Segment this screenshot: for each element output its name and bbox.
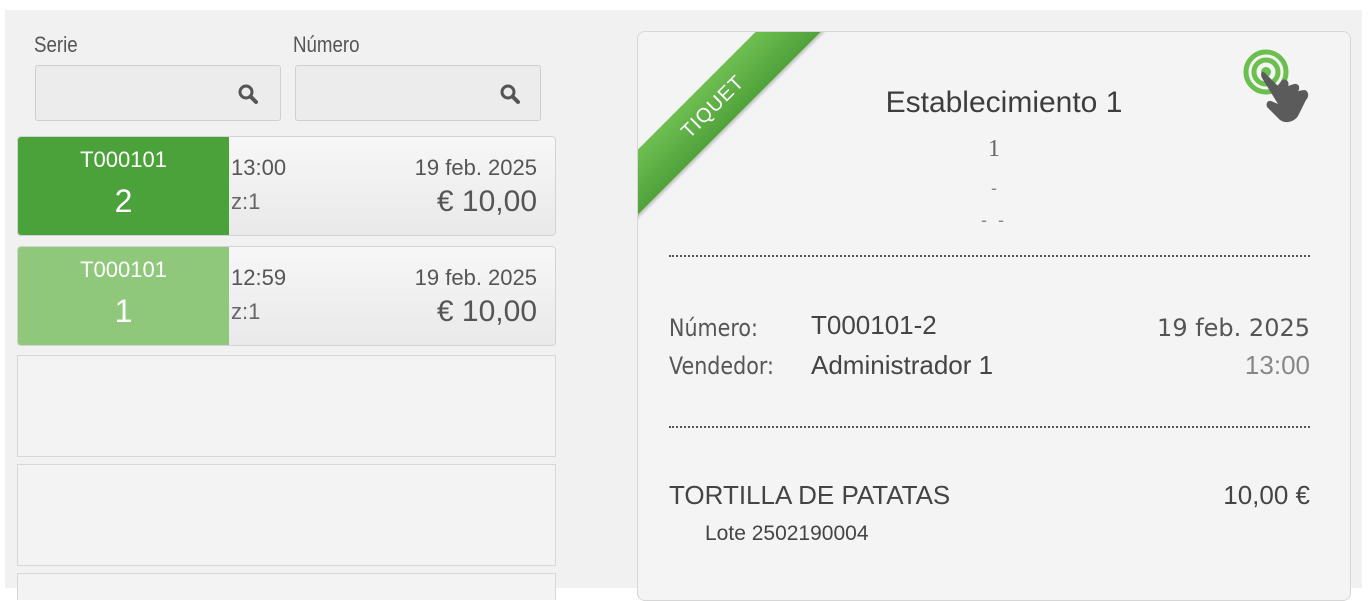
establishment-line-3: - -	[981, 210, 1007, 230]
empty-ticket-slot	[17, 573, 556, 600]
establishment-name: Establecimiento 1	[885, 86, 1123, 119]
numero-field-label: Número:	[669, 314, 758, 342]
ticket-id-block: T000101 1	[18, 247, 229, 345]
ticket-z: z:1	[231, 299, 261, 324]
ticket-list-item[interactable]: T000101 2 13:00 z:1 19 feb. 2025 € 10,00	[17, 136, 556, 236]
ticket-amount: € 10,00	[436, 295, 537, 328]
establishment-line-1: 1	[988, 136, 1000, 162]
numero-search-field[interactable]	[295, 65, 541, 121]
line-item-lot: Lote 2502190004	[705, 522, 869, 545]
ticket-date: 19 feb. 2025	[414, 265, 537, 290]
ticket-serie: T000101	[80, 257, 167, 282]
ticket-number: 2	[114, 183, 133, 219]
ticket-date: 19 feb. 2025	[414, 155, 537, 180]
search-icon[interactable]	[236, 82, 260, 106]
ticket-serie: T000101	[80, 147, 167, 172]
numero-label: Número	[293, 32, 360, 57]
serie-search-field[interactable]	[35, 65, 281, 121]
serie-label: Serie	[34, 32, 78, 57]
ticket-time: 13:00	[231, 155, 287, 180]
empty-ticket-slot	[17, 464, 556, 566]
ticket-list-item[interactable]: T000101 1 12:59 z:1 19 feb. 2025 € 10,00	[17, 246, 556, 346]
receipt-date: 19 feb. 2025	[1157, 314, 1310, 342]
line-item-name: TORTILLA DE PATATAS	[669, 480, 951, 510]
receipt-time: 13:00	[1244, 350, 1310, 380]
dotted-divider	[669, 426, 1310, 428]
search-icon[interactable]	[498, 82, 522, 106]
receipt-panel: TIQUET Establecimiento 1 1 - - - Número:…	[637, 31, 1351, 601]
ticket-z: z:1	[231, 189, 261, 214]
ticket-id-block: T000101 2	[18, 137, 229, 235]
vendedor-field-label: Vendedor:	[669, 352, 774, 380]
ticket-time: 12:59	[231, 265, 287, 290]
ticket-amount: € 10,00	[436, 185, 537, 218]
ticket-number: 1	[114, 293, 133, 329]
empty-ticket-slot	[17, 355, 556, 457]
line-item-price: 10,00 €	[1223, 480, 1310, 510]
establishment-line-2: -	[991, 178, 997, 198]
ticket-number-value: T000101-2	[811, 310, 937, 340]
seller-name: Administrador 1	[811, 350, 994, 380]
dotted-divider	[669, 255, 1310, 257]
ticket-ribbon: TIQUET	[638, 32, 838, 232]
